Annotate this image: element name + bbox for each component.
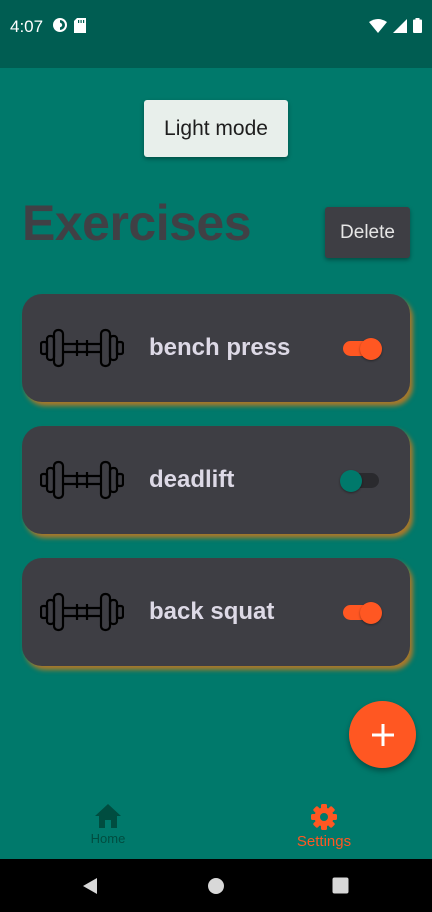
exercise-name: back squat <box>149 598 275 625</box>
page-title: Exercises <box>22 195 252 251</box>
nav-label-home: Home <box>90 831 126 846</box>
add-exercise-button[interactable] <box>349 701 416 768</box>
plus-icon <box>371 723 394 746</box>
back-icon[interactable] <box>82 877 98 895</box>
exercise-toggle[interactable] <box>340 601 382 625</box>
bottom-nav: Home Settings <box>0 790 432 859</box>
nav-item-home[interactable]: Home <box>0 803 216 846</box>
delete-button[interactable]: Delete <box>325 207 410 258</box>
toggle-thumb <box>340 470 362 492</box>
gear-icon <box>311 804 337 830</box>
nav-item-settings[interactable]: Settings <box>216 803 432 850</box>
nav-label-settings: Settings <box>296 833 352 850</box>
dumbbell-icon <box>40 328 124 368</box>
exercise-toggle[interactable] <box>340 469 382 493</box>
status-time: 4:07 <box>10 17 44 36</box>
toggle-thumb <box>360 602 382 624</box>
sd-card-icon <box>74 17 86 33</box>
home-icon <box>95 804 121 828</box>
dumbbell-icon <box>40 592 124 632</box>
light-mode-button[interactable]: Light mode <box>144 100 288 157</box>
toggle-thumb <box>360 338 382 360</box>
cell-signal-icon <box>393 18 407 33</box>
exercise-card[interactable]: bench press <box>22 294 410 402</box>
dumbbell-icon <box>40 460 124 500</box>
home-circle-icon[interactable] <box>207 877 225 895</box>
battery-icon <box>413 18 422 33</box>
system-nav-bar <box>0 859 432 912</box>
exercise-name: deadlift <box>149 466 235 493</box>
status-left-icons <box>52 17 86 33</box>
exercise-name: bench press <box>149 334 291 361</box>
wifi-icon <box>369 18 387 33</box>
recents-icon[interactable] <box>332 877 349 894</box>
exercise-card[interactable]: deadlift <box>22 426 410 534</box>
exercise-card[interactable]: back squat <box>22 558 410 666</box>
status-right-icons <box>369 18 422 33</box>
exercise-toggle[interactable] <box>340 337 382 361</box>
data-saver-icon <box>53 18 67 32</box>
status-bar: 4:07 <box>0 0 432 68</box>
